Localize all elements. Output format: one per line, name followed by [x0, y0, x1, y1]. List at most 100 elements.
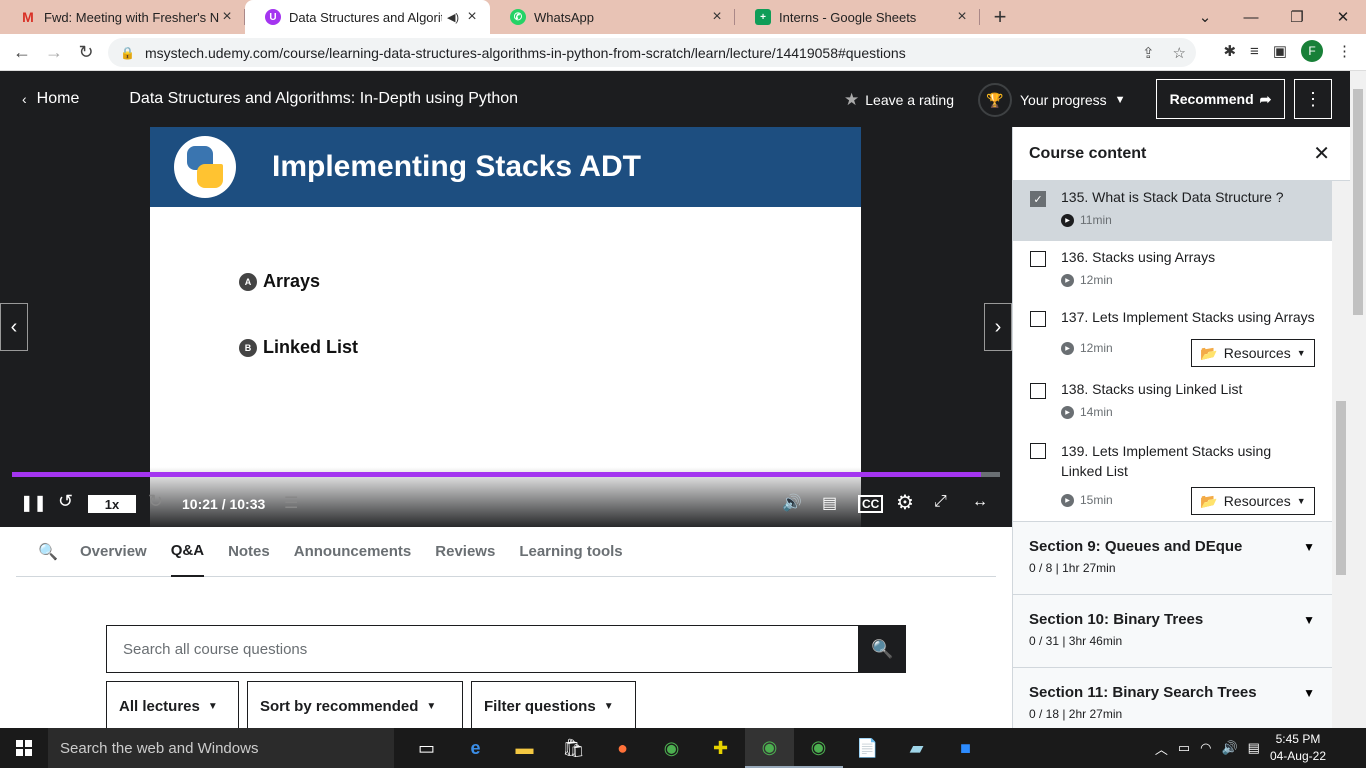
all-lectures-dropdown[interactable]: All lectures ▼ — [106, 681, 239, 731]
sidebar-scrollbar[interactable] — [1332, 181, 1350, 728]
video-player[interactable]: Implementing Stacks ADT A Arrays B Linke… — [0, 127, 1012, 527]
sort-dropdown[interactable]: Sort by recommended ▼ — [247, 681, 463, 731]
filter-questions-dropdown[interactable]: Filter questions ▼ — [471, 681, 636, 731]
back-button[interactable]: ← — [6, 42, 38, 63]
share-icon[interactable]: ⇪ — [1142, 44, 1155, 62]
notification-icon[interactable]: ▤ — [1248, 740, 1260, 756]
lecture-item[interactable]: 136. Stacks using Arrays ▶ 12min — [1013, 241, 1333, 301]
battery-icon[interactable]: ▭ — [1178, 740, 1190, 756]
minimize-button[interactable]: — — [1228, 9, 1274, 26]
chevron-down-icon: ▼ — [426, 700, 437, 712]
close-window-button[interactable]: ✕ — [1320, 8, 1366, 26]
tab-sheets[interactable]: + Interns - Google Sheets × — [735, 0, 980, 34]
tab-overview[interactable]: Overview — [80, 527, 147, 577]
menu-kebab-icon[interactable]: ⋮ — [1337, 42, 1352, 60]
lecture-item[interactable]: 139. Lets Implement Stacks using Linked … — [1013, 433, 1333, 521]
url-bar[interactable]: 🔒 msystech.udemy.com/course/learning-dat… — [108, 38, 1196, 67]
chrome-icon[interactable]: ◉ — [647, 728, 696, 768]
playback-speed-button[interactable]: 1x — [88, 495, 136, 513]
settings-gear-icon[interactable]: ⚙ — [896, 490, 914, 515]
transcript-icon[interactable]: ▤ — [822, 493, 837, 513]
restore-button[interactable]: ❐ — [1274, 8, 1320, 26]
progress-dropdown[interactable]: 🏆 Your progress ▼ — [978, 83, 1126, 117]
section-item[interactable]: Section 11: Binary Search Trees 0 / 18 |… — [1013, 667, 1333, 728]
edge-icon[interactable]: e — [451, 728, 500, 768]
windows-taskbar: Search the web and Windows ▭ e ▬ 🛍 ● ◉ ✚… — [0, 728, 1366, 768]
notes-app-icon[interactable]: ▰ — [892, 728, 941, 768]
side-panel-icon[interactable]: ▣ — [1273, 42, 1287, 60]
file-explorer-icon[interactable]: ▬ — [500, 728, 549, 768]
media-control-icon[interactable]: ≡ — [1250, 43, 1259, 60]
chrome-profile-icon[interactable]: ◉ — [794, 728, 843, 768]
tab-announcements[interactable]: Announcements — [294, 527, 412, 577]
tab-whatsapp[interactable]: ✆ WhatsApp × — [490, 0, 735, 34]
bookmark-star-icon[interactable]: ☆ — [1173, 44, 1186, 62]
close-tab-icon[interactable]: × — [709, 8, 725, 26]
start-button[interactable] — [0, 728, 48, 768]
tab-notes[interactable]: Notes — [228, 527, 270, 577]
tab-learning-tools[interactable]: Learning tools — [519, 527, 622, 577]
pause-icon[interactable]: ❚❚ — [20, 493, 47, 513]
extensions-icon[interactable]: ✱ — [1223, 42, 1236, 60]
chevron-up-icon[interactable]: ︿ — [1155, 739, 1168, 758]
page-scrollbar[interactable] — [1350, 71, 1366, 728]
document-app-icon[interactable]: 📄 — [843, 728, 892, 768]
section-item[interactable]: Section 10: Binary Trees 0 / 31 | 3hr 46… — [1013, 594, 1333, 667]
clock[interactable]: 5:45 PM 04-Aug-22 — [1270, 731, 1326, 765]
network-icon[interactable]: ◠ — [1200, 740, 1211, 756]
close-tab-icon[interactable]: × — [464, 8, 480, 26]
more-options-button[interactable]: ⋮ — [1294, 79, 1332, 119]
volume-icon[interactable]: 🔊 — [782, 493, 802, 513]
tab-search-icon[interactable]: ⌄ — [1182, 8, 1228, 26]
close-tab-icon[interactable]: × — [219, 8, 235, 26]
home-link[interactable]: ‹ Home — [22, 90, 79, 108]
section-item[interactable]: Section 9: Queues and DEque 0 / 8 | 1hr … — [1013, 521, 1333, 594]
firefox-icon[interactable]: ● — [598, 728, 647, 768]
new-tab-button[interactable]: + — [980, 4, 1020, 30]
lecture-item[interactable]: 138. Stacks using Linked List ▶ 14min — [1013, 373, 1333, 433]
task-view-icon[interactable]: ▭ — [402, 728, 451, 768]
profile-avatar[interactable]: F — [1301, 40, 1323, 62]
resources-button[interactable]: 📂 Resources ▼ — [1191, 487, 1315, 515]
play-icon: ▶ — [1061, 341, 1074, 355]
tab-reviews[interactable]: Reviews — [435, 527, 495, 577]
previous-lecture-button[interactable]: ‹ — [0, 303, 28, 351]
lecture-checkbox[interactable] — [1030, 443, 1046, 459]
chrome-profile-icon[interactable]: ◉ — [745, 728, 794, 768]
close-tab-icon[interactable]: × — [954, 8, 970, 26]
lecture-checkbox[interactable] — [1030, 383, 1046, 399]
video-progress-bar[interactable] — [12, 472, 1000, 477]
forward-button[interactable]: → — [38, 42, 70, 63]
lecture-checkbox[interactable] — [1030, 311, 1046, 327]
captions-icon[interactable]: CC — [858, 495, 884, 513]
zoom-icon[interactable]: ■ — [941, 728, 990, 768]
app-icon[interactable]: ✚ — [696, 728, 745, 768]
fullscreen-icon[interactable]: ⤢ — [934, 493, 947, 511]
rewind-icon[interactable]: ↺ — [58, 491, 73, 512]
recommend-button[interactable]: Recommend ➦ — [1156, 79, 1285, 119]
lecture-checkbox[interactable] — [1030, 251, 1046, 267]
tab-gmail[interactable]: M Fwd: Meeting with Fresher's New × — [0, 0, 245, 34]
lecture-item[interactable]: 137. Lets Implement Stacks using Arrays … — [1013, 301, 1333, 373]
tab-qa[interactable]: Q&A — [170, 527, 205, 577]
speaker-icon[interactable]: ◀) — [442, 11, 464, 24]
search-button[interactable]: 🔍 — [859, 625, 906, 673]
search-icon[interactable]: 🔍 — [16, 542, 80, 562]
resources-button[interactable]: 📂 Resources ▼ — [1191, 339, 1315, 367]
tab-udemy[interactable]: U Data Structures and Algorith ◀) × — [245, 0, 490, 34]
lecture-checkbox[interactable]: ✓ — [1030, 191, 1046, 207]
questions-search-input[interactable]: Search all course questions — [106, 625, 859, 673]
store-icon[interactable]: 🛍 — [549, 728, 598, 768]
search-icon: 🔍 — [871, 638, 894, 659]
taskbar-search-input[interactable]: Search the web and Windows — [48, 728, 394, 768]
forward-icon[interactable]: ↻ — [148, 491, 163, 512]
volume-icon[interactable]: 🔊 — [1221, 740, 1237, 756]
leave-rating-link[interactable]: ★ Leave a rating — [844, 90, 954, 110]
lecture-item[interactable]: ✓ 135. What is Stack Data Structure ? ▶ 1… — [1013, 181, 1333, 241]
reload-button[interactable]: ↻ — [70, 42, 102, 63]
close-icon[interactable]: ✕ — [1313, 141, 1330, 166]
notes-icon[interactable]: ☰ — [284, 493, 298, 513]
expand-width-icon[interactable]: ↔ — [972, 493, 988, 511]
next-lecture-button[interactable]: › — [984, 303, 1012, 351]
course-header: ‹ Home Data Structures and Algorithms: I… — [0, 71, 1350, 127]
